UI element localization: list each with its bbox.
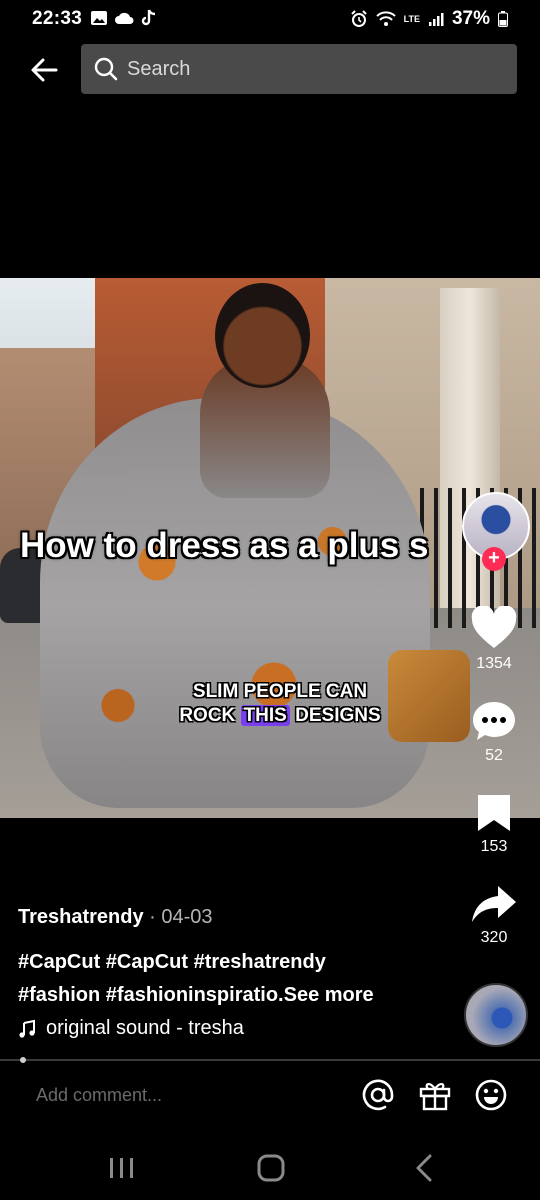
video-progress-handle[interactable] — [20, 1057, 26, 1063]
status-bar: 22:33 LTE 37% — [0, 0, 540, 40]
wifi-icon — [375, 11, 396, 26]
share-button[interactable]: 320 — [464, 884, 524, 947]
like-count: 1354 — [476, 655, 512, 672]
music-note-icon — [19, 1019, 35, 1038]
post-date: · 04-03 — [143, 906, 213, 928]
status-time: 22:33 — [32, 8, 83, 29]
video-player[interactable]: How to dress as a plus sze SLIM PEOPLE C… — [0, 278, 540, 818]
bookmark-icon — [478, 795, 510, 831]
add-comment-input[interactable]: Add comment... — [36, 1085, 162, 1106]
comment-icon — [473, 702, 515, 740]
video-caption: SLIM PEOPLE CAN ROCK THIS DESIGNS — [179, 681, 381, 726]
signal-icon — [428, 13, 444, 26]
system-status: LTE 37% — [350, 8, 508, 30]
sound-disc[interactable] — [464, 983, 528, 1047]
video-overlay-title: How to dress as a plus sze — [20, 526, 429, 565]
comment-count: 52 — [485, 747, 503, 764]
share-count: 320 — [480, 929, 508, 946]
cloud-icon — [115, 12, 134, 24]
post-author[interactable]: Treshatrendy · 04-03 — [18, 906, 213, 929]
like-button[interactable]: 1354 — [464, 605, 524, 673]
sound-link[interactable]: original sound - tresha — [18, 1017, 244, 1040]
nav-back-icon[interactable] — [404, 1152, 444, 1184]
gift-icon[interactable] — [418, 1078, 452, 1112]
alarm-icon — [350, 10, 367, 27]
notification-icons — [90, 9, 156, 27]
search-input[interactable]: Search — [81, 44, 517, 94]
gallery-icon — [91, 11, 107, 25]
follow-plus-button[interactable]: + — [482, 547, 506, 571]
share-icon — [472, 886, 516, 922]
emoji-icon[interactable] — [474, 1078, 508, 1112]
tiktok-icon — [141, 9, 156, 26]
battery-icon — [498, 11, 508, 27]
sound-name: original sound - tresha — [46, 1017, 244, 1039]
video-progress-bar[interactable] — [0, 1059, 540, 1061]
comment-button[interactable]: 52 — [464, 700, 524, 765]
battery-percent: 37% — [451, 8, 490, 29]
search-icon — [94, 57, 118, 81]
search-placeholder: Search — [127, 57, 191, 80]
back-arrow-icon[interactable] — [28, 54, 60, 86]
lte-label: LTE — [403, 13, 420, 24]
recents-icon[interactable] — [102, 1152, 142, 1184]
video-head — [215, 283, 310, 388]
post-description[interactable]: #CapCut #CapCut #treshatrendy #fashion #… — [18, 946, 438, 1012]
home-icon[interactable] — [251, 1152, 291, 1184]
see-more-link[interactable]: See more — [284, 984, 374, 1006]
at-icon[interactable] — [361, 1078, 395, 1112]
bookmark-button[interactable]: 153 — [464, 793, 524, 856]
heart-icon — [471, 605, 517, 648]
save-count: 153 — [480, 838, 508, 855]
